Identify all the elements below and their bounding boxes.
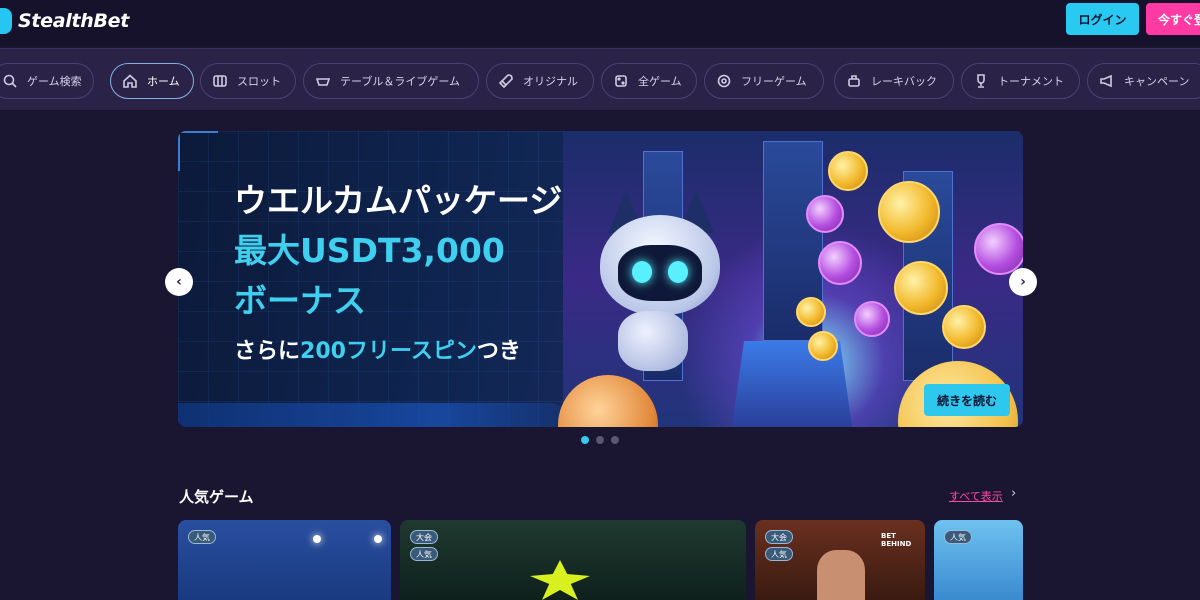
carousel-indicators: [581, 436, 619, 444]
game-card[interactable]: 大会 人気: [400, 520, 746, 600]
game-card[interactable]: 人気: [934, 520, 1023, 600]
carousel-next-button[interactable]: ›: [1009, 268, 1037, 296]
dealer-avatar: [817, 550, 865, 600]
nav-item-label: ホーム: [147, 75, 180, 88]
coin-decoration: [808, 331, 838, 361]
coin-decoration: [942, 305, 986, 349]
robot-face: [618, 245, 702, 301]
nav-item-label: オリジナル: [523, 75, 578, 88]
category-nav: ゲーム検索 ホーム スロット テーブル＆ライブゲーム オリジナル 全ゲーム フリ…: [0, 48, 1200, 110]
nav-item-search[interactable]: ゲーム検索: [0, 63, 94, 99]
top-header: StealthBet ログイン 今すぐ登録: [0, 0, 1200, 46]
login-button[interactable]: ログイン: [1066, 3, 1139, 35]
tournament-badge: 大会: [410, 530, 438, 544]
banner-corner-decoration: [178, 131, 218, 171]
nav-item-all-games[interactable]: 全ゲーム: [601, 63, 697, 99]
carousel-dot[interactable]: [596, 436, 604, 444]
chevron-left-icon: ‹: [176, 274, 182, 290]
popular-badge: 人気: [944, 530, 972, 544]
logo[interactable]: StealthBet: [0, 6, 129, 36]
banner-subline-highlight: 200フリースピン: [300, 339, 477, 364]
coin-decoration: [828, 151, 868, 191]
trophy-icon: [972, 72, 990, 90]
robot-eye: [668, 261, 688, 283]
game-card[interactable]: 人気: [178, 520, 391, 600]
slot-icon: [211, 72, 229, 90]
popular-badge: 人気: [410, 547, 438, 561]
coin-decoration: [974, 223, 1023, 275]
nav-item-label: キャンペーン: [1124, 75, 1190, 88]
coin-decoration: [854, 301, 890, 337]
nav-item-label: ゲーム検索: [27, 75, 82, 88]
banner-amount: 最大USDT3,000: [234, 231, 505, 270]
nav-item-table-live[interactable]: テーブル＆ライブゲーム: [303, 63, 479, 99]
tournament-badge: 大会: [765, 530, 793, 544]
robot-eye: [632, 261, 652, 283]
banner-strip-decoration: [178, 403, 618, 427]
banner-subline-prefix: さらに: [234, 339, 301, 364]
nav-item-label: レーキバック: [871, 75, 937, 88]
promo-banner[interactable]: ウエルカムパッケージ 最大USDT3,000 ボーナス さらに200フリースピン…: [178, 131, 1023, 427]
nav-item-originals[interactable]: オリジナル: [486, 63, 594, 99]
popular-games-title: 人気ゲーム: [179, 488, 254, 506]
nav-item-label: 全ゲーム: [638, 75, 682, 88]
banner-headline: ウエルカムパッケージ: [234, 181, 563, 220]
robot-mascot-body: [618, 311, 688, 371]
rocket-icon: [497, 72, 515, 90]
popular-badge: 人気: [765, 547, 793, 561]
popular-badge: 人気: [188, 530, 216, 544]
carousel-prev-button[interactable]: ‹: [165, 268, 193, 296]
coin-decoration: [878, 181, 940, 243]
bet-behind-label: BET BEHIND: [881, 532, 912, 548]
coin-decoration: [806, 195, 844, 233]
banner-text: ウエルカムパッケージ 最大USDT3,000 ボーナス さらに200フリースピン…: [234, 176, 562, 372]
nav-item-home[interactable]: ホーム: [110, 63, 194, 99]
coin-decoration: [894, 261, 948, 315]
register-button[interactable]: 今すぐ登録: [1146, 3, 1200, 35]
logo-mark-icon: [0, 8, 12, 34]
game-card[interactable]: 大会 人気 BET BEHIND: [755, 520, 925, 600]
nav-item-tournaments[interactable]: トーナメント: [961, 63, 1080, 99]
carousel-dot[interactable]: [611, 436, 619, 444]
chevron-right-icon[interactable]: ›: [1011, 486, 1016, 501]
megaphone-icon: [1098, 72, 1116, 90]
read-more-button[interactable]: 続きを読む: [924, 384, 1010, 416]
banner-subline-suffix: つき: [476, 339, 521, 364]
nav-item-campaigns[interactable]: キャンペーン: [1087, 63, 1200, 99]
nav-item-rakeback[interactable]: レーキバック: [834, 63, 954, 99]
home-icon: [121, 72, 139, 90]
banner-bonus: ボーナス: [234, 281, 366, 320]
nav-item-label: フリーゲーム: [741, 75, 807, 88]
nav-item-free-games[interactable]: フリーゲーム: [704, 63, 824, 99]
see-all-link[interactable]: すべて表示: [949, 488, 1003, 504]
banner-subline: さらに200フリースピンつき: [234, 332, 562, 372]
nav-item-label: テーブル＆ライブゲーム: [340, 75, 461, 88]
coin-decoration: [818, 241, 862, 285]
chevron-right-icon: ›: [1020, 274, 1026, 290]
dice-icon: [612, 72, 630, 90]
rakeback-icon: [845, 72, 863, 90]
nav-item-label: スロット: [237, 75, 281, 88]
nav-item-label: トーナメント: [998, 75, 1064, 88]
nav-item-slots[interactable]: スロット: [200, 63, 296, 99]
coin-decoration: [796, 297, 826, 327]
logo-text: StealthBet: [18, 10, 130, 32]
search-icon: [1, 72, 19, 90]
burst-decoration: [530, 560, 590, 600]
carousel-dot[interactable]: [581, 436, 589, 444]
sparkle-decoration: [313, 535, 321, 543]
table-icon: [314, 72, 332, 90]
robot-mascot-head: [600, 215, 720, 315]
sparkle-decoration: [374, 535, 382, 543]
free-game-icon: [715, 72, 733, 90]
